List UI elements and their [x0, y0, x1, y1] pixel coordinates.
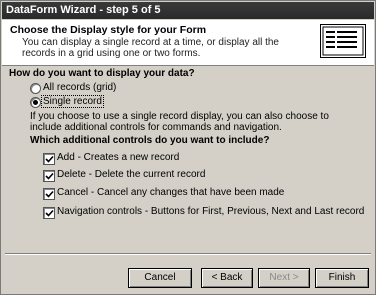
form-layout-icon [320, 24, 366, 58]
controls-question: Which additional controls do you want to… [30, 135, 270, 146]
radio-all-records[interactable] [30, 83, 41, 94]
radio-single-record-label[interactable]: Single record [41, 95, 104, 108]
radio-all-records-label[interactable]: All records (grid) [43, 82, 116, 93]
checkbox-delete-label[interactable]: Delete - Delete the current record [57, 169, 205, 180]
title-bar: DataForm Wizard - step 5 of 5 [2, 2, 374, 19]
single-record-info: If you choose to use a single record dis… [30, 111, 329, 133]
wizard-header: Choose the Display style for your Form Y… [2, 20, 374, 66]
check-icon [45, 155, 54, 163]
next-button[interactable]: Next > [258, 268, 310, 288]
header-description: You can display a single record at a tim… [22, 37, 279, 59]
checkbox-add[interactable] [43, 153, 55, 165]
header-title: Choose the Display style for your Form [10, 24, 207, 36]
checkbox-cancel[interactable] [43, 188, 55, 200]
wizard-window: DataForm Wizard - step 5 of 5 Choose the… [0, 0, 376, 295]
checkbox-delete[interactable] [43, 170, 55, 182]
display-question: How do you want to display your data? [9, 68, 195, 79]
window-title: DataForm Wizard - step 5 of 5 [6, 4, 161, 16]
check-icon [45, 190, 54, 198]
back-button[interactable]: < Back [201, 268, 253, 288]
checkbox-cancel-label[interactable]: Cancel - Cancel any changes that have be… [57, 187, 284, 198]
cancel-button[interactable]: Cancel [128, 268, 192, 288]
check-icon [45, 209, 54, 217]
radio-single-record[interactable] [30, 97, 41, 108]
checkbox-navigation[interactable] [43, 207, 55, 219]
finish-button[interactable]: Finish [315, 268, 369, 288]
checkbox-add-label[interactable]: Add - Creates a new record [57, 152, 179, 163]
check-icon [45, 172, 54, 180]
checkbox-navigation-label[interactable]: Navigation controls - Buttons for First,… [57, 206, 364, 217]
button-separator [5, 253, 371, 255]
